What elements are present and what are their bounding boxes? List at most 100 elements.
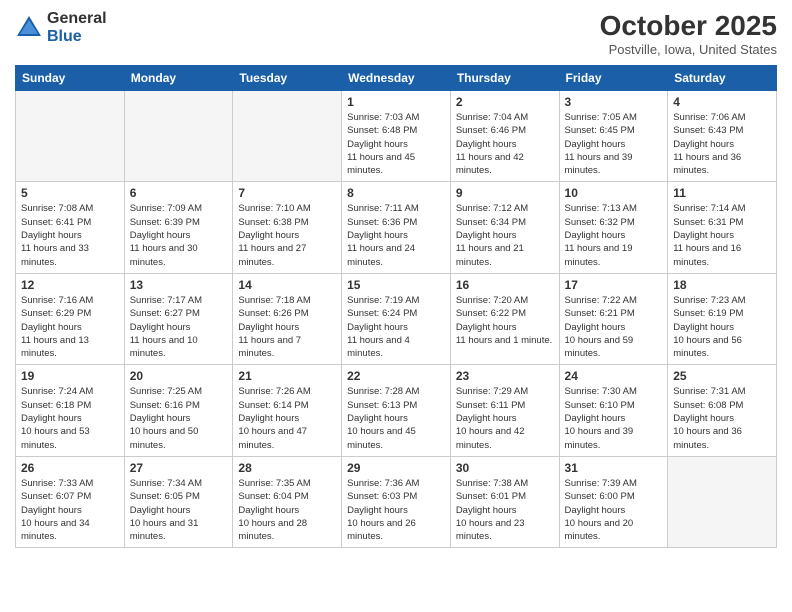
- day-number: 5: [21, 186, 119, 200]
- table-row: 15 Sunrise: 7:19 AMSunset: 6:24 PMDayligh…: [342, 273, 451, 364]
- day-number: 3: [565, 95, 663, 109]
- day-info: Sunrise: 7:25 AMSunset: 6:16 PMDaylight …: [130, 385, 228, 451]
- day-info: Sunrise: 7:29 AMSunset: 6:11 PMDaylight …: [456, 385, 554, 451]
- table-row: 6 Sunrise: 7:09 AMSunset: 6:39 PMDaylight…: [124, 182, 233, 273]
- table-row: 30 Sunrise: 7:38 AMSunset: 6:01 PMDayligh…: [450, 456, 559, 547]
- day-info: Sunrise: 7:24 AMSunset: 6:18 PMDaylight …: [21, 385, 119, 451]
- col-monday: Monday: [124, 66, 233, 91]
- table-row: 23 Sunrise: 7:29 AMSunset: 6:11 PMDayligh…: [450, 365, 559, 456]
- day-number: 16: [456, 278, 554, 292]
- day-number: 18: [673, 278, 771, 292]
- day-number: 1: [347, 95, 445, 109]
- title-area: October 2025 Postville, Iowa, United Sta…: [600, 10, 777, 57]
- day-number: 26: [21, 461, 119, 475]
- col-sunday: Sunday: [16, 66, 125, 91]
- col-thursday: Thursday: [450, 66, 559, 91]
- day-number: 19: [21, 369, 119, 383]
- day-info: Sunrise: 7:22 AMSunset: 6:21 PMDaylight …: [565, 294, 663, 360]
- calendar-week-row: 5 Sunrise: 7:08 AMSunset: 6:41 PMDaylight…: [16, 182, 777, 273]
- calendar-week-row: 26 Sunrise: 7:33 AMSunset: 6:07 PMDayligh…: [16, 456, 777, 547]
- table-row: 11 Sunrise: 7:14 AMSunset: 6:31 PMDayligh…: [668, 182, 777, 273]
- day-number: 27: [130, 461, 228, 475]
- day-info: Sunrise: 7:31 AMSunset: 6:08 PMDaylight …: [673, 385, 771, 451]
- table-row: 2Sunrise: 7:04 AMSunset: 6:46 PMDaylight…: [450, 91, 559, 182]
- day-info: Sunrise: 7:20 AMSunset: 6:22 PMDaylight …: [456, 294, 554, 347]
- logo-blue-text: Blue: [47, 28, 107, 46]
- day-number: 31: [565, 461, 663, 475]
- day-number: 7: [238, 186, 336, 200]
- table-row: 7 Sunrise: 7:10 AMSunset: 6:38 PMDaylight…: [233, 182, 342, 273]
- calendar-week-row: 19 Sunrise: 7:24 AMSunset: 6:18 PMDayligh…: [16, 365, 777, 456]
- header: General Blue October 2025 Postville, Iow…: [15, 10, 777, 57]
- day-number: 15: [347, 278, 445, 292]
- day-info: Sunrise: 7:12 AMSunset: 6:34 PMDaylight …: [456, 202, 554, 268]
- table-row: [16, 91, 125, 182]
- day-info: Sunrise: 7:05 AMSunset: 6:45 PMDaylight …: [565, 111, 663, 177]
- logo: General Blue: [15, 10, 107, 45]
- day-number: 17: [565, 278, 663, 292]
- table-row: 10Sunrise: 7:13 AMSunset: 6:32 PMDayligh…: [559, 182, 668, 273]
- table-row: 1Sunrise: 7:03 AMSunset: 6:48 PMDaylight…: [342, 91, 451, 182]
- table-row: [668, 456, 777, 547]
- table-row: 8Sunrise: 7:11 AMSunset: 6:36 PMDaylight…: [342, 182, 451, 273]
- calendar-table: Sunday Monday Tuesday Wednesday Thursday…: [15, 65, 777, 548]
- table-row: 25 Sunrise: 7:31 AMSunset: 6:08 PMDayligh…: [668, 365, 777, 456]
- day-number: 13: [130, 278, 228, 292]
- day-info: Sunrise: 7:10 AMSunset: 6:38 PMDaylight …: [238, 202, 336, 268]
- day-info: Sunrise: 7:14 AMSunset: 6:31 PMDaylight …: [673, 202, 771, 268]
- day-info: Sunrise: 7:08 AMSunset: 6:41 PMDaylight …: [21, 202, 119, 268]
- col-wednesday: Wednesday: [342, 66, 451, 91]
- day-info: Sunrise: 7:33 AMSunset: 6:07 PMDaylight …: [21, 477, 119, 543]
- day-info: Sunrise: 7:26 AMSunset: 6:14 PMDaylight …: [238, 385, 336, 451]
- day-number: 2: [456, 95, 554, 109]
- table-row: 31 Sunrise: 7:39 AMSunset: 6:00 PMDayligh…: [559, 456, 668, 547]
- day-number: 4: [673, 95, 771, 109]
- month-title: October 2025: [600, 10, 777, 42]
- table-row: 19 Sunrise: 7:24 AMSunset: 6:18 PMDayligh…: [16, 365, 125, 456]
- day-info: Sunrise: 7:06 AMSunset: 6:43 PMDaylight …: [673, 111, 771, 177]
- day-number: 23: [456, 369, 554, 383]
- day-info: Sunrise: 7:19 AMSunset: 6:24 PMDaylight …: [347, 294, 445, 360]
- table-row: 29 Sunrise: 7:36 AMSunset: 6:03 PMDayligh…: [342, 456, 451, 547]
- table-row: 13 Sunrise: 7:17 AMSunset: 6:27 PMDayligh…: [124, 273, 233, 364]
- table-row: [124, 91, 233, 182]
- col-friday: Friday: [559, 66, 668, 91]
- day-info: Sunrise: 7:23 AMSunset: 6:19 PMDaylight …: [673, 294, 771, 360]
- day-info: Sunrise: 7:16 AMSunset: 6:29 PMDaylight …: [21, 294, 119, 360]
- day-number: 21: [238, 369, 336, 383]
- day-number: 29: [347, 461, 445, 475]
- day-number: 11: [673, 186, 771, 200]
- day-number: 25: [673, 369, 771, 383]
- day-number: 6: [130, 186, 228, 200]
- day-number: 22: [347, 369, 445, 383]
- table-row: 24Sunrise: 7:30 AMSunset: 6:10 PMDayligh…: [559, 365, 668, 456]
- day-number: 30: [456, 461, 554, 475]
- table-row: 4 Sunrise: 7:06 AMSunset: 6:43 PMDaylight…: [668, 91, 777, 182]
- table-row: 12Sunrise: 7:16 AMSunset: 6:29 PMDayligh…: [16, 273, 125, 364]
- day-info: Sunrise: 7:35 AMSunset: 6:04 PMDaylight …: [238, 477, 336, 543]
- table-row: 14Sunrise: 7:18 AMSunset: 6:26 PMDayligh…: [233, 273, 342, 364]
- day-info: Sunrise: 7:39 AMSunset: 6:00 PMDaylight …: [565, 477, 663, 543]
- logo-text: General Blue: [47, 10, 107, 45]
- location: Postville, Iowa, United States: [600, 42, 777, 57]
- calendar-header-row: Sunday Monday Tuesday Wednesday Thursday…: [16, 66, 777, 91]
- day-info: Sunrise: 7:38 AMSunset: 6:01 PMDaylight …: [456, 477, 554, 543]
- logo-icon: [15, 14, 43, 42]
- day-info: Sunrise: 7:28 AMSunset: 6:13 PMDaylight …: [347, 385, 445, 451]
- calendar-week-row: 12Sunrise: 7:16 AMSunset: 6:29 PMDayligh…: [16, 273, 777, 364]
- logo-general-text: General: [47, 10, 107, 28]
- day-info: Sunrise: 7:30 AMSunset: 6:10 PMDaylight …: [565, 385, 663, 451]
- col-tuesday: Tuesday: [233, 66, 342, 91]
- day-info: Sunrise: 7:13 AMSunset: 6:32 PMDaylight …: [565, 202, 663, 268]
- day-info: Sunrise: 7:17 AMSunset: 6:27 PMDaylight …: [130, 294, 228, 360]
- day-info: Sunrise: 7:36 AMSunset: 6:03 PMDaylight …: [347, 477, 445, 543]
- day-number: 28: [238, 461, 336, 475]
- calendar-container: General Blue October 2025 Postville, Iow…: [0, 0, 792, 612]
- calendar-week-row: 1Sunrise: 7:03 AMSunset: 6:48 PMDaylight…: [16, 91, 777, 182]
- day-number: 20: [130, 369, 228, 383]
- table-row: 3 Sunrise: 7:05 AMSunset: 6:45 PMDaylight…: [559, 91, 668, 182]
- table-row: 22 Sunrise: 7:28 AMSunset: 6:13 PMDayligh…: [342, 365, 451, 456]
- table-row: [233, 91, 342, 182]
- table-row: 5 Sunrise: 7:08 AMSunset: 6:41 PMDaylight…: [16, 182, 125, 273]
- day-info: Sunrise: 7:09 AMSunset: 6:39 PMDaylight …: [130, 202, 228, 268]
